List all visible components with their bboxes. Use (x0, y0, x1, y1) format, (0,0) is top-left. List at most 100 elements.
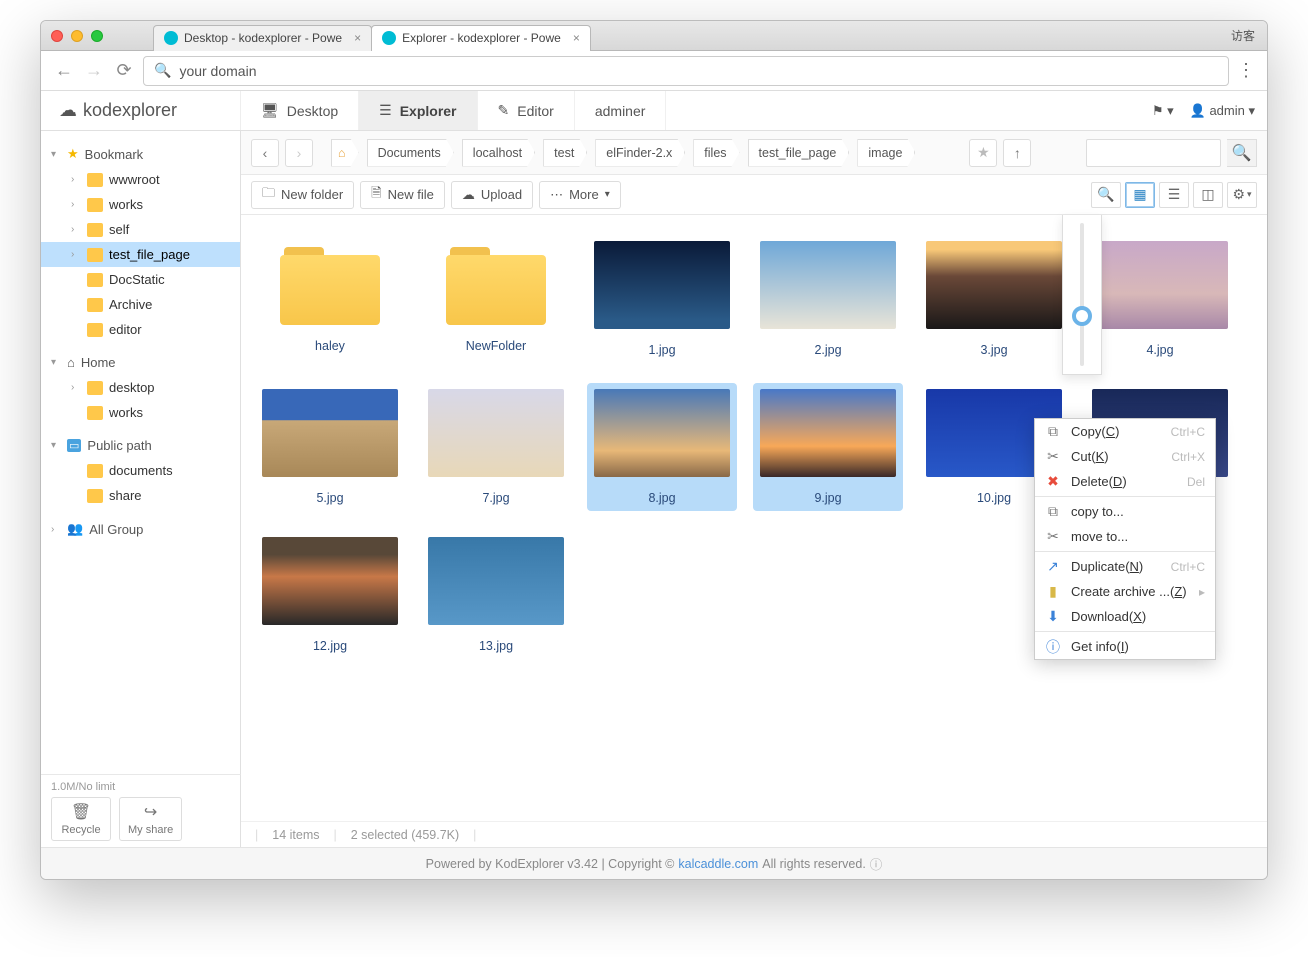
more-button[interactable]: ⋯More▾ (539, 181, 621, 209)
zoom-dot[interactable] (91, 30, 103, 42)
file-item[interactable]: 7.jpg (421, 383, 571, 511)
sidebar-label: works (109, 197, 143, 212)
sidebar-allgroup[interactable]: ›👥 All Group (41, 516, 240, 542)
slider-track[interactable] (1080, 223, 1084, 366)
file-item[interactable]: 1.jpg (587, 235, 737, 363)
nav-adminer[interactable]: adminer (575, 91, 667, 130)
cloud-icon: ▭ (67, 439, 81, 452)
sidebar-item-works[interactable]: ›works (41, 192, 240, 217)
ctx-duplicate[interactable]: ↗Duplicate(N)Ctrl+C (1035, 554, 1215, 579)
app-logo[interactable]: ☁ kodexplorer (41, 91, 241, 130)
menu-icon[interactable]: ⋮ (1237, 60, 1255, 81)
crumb[interactable]: test_file_page (748, 139, 850, 167)
ctx-cut[interactable]: ✂Cut(K)Ctrl+X (1035, 444, 1215, 469)
nav-back-button[interactable]: ‹ (251, 139, 279, 167)
back-icon[interactable]: ← (53, 60, 75, 81)
nav-desktop[interactable]: 🖥 Desktop (241, 91, 359, 130)
file-item-folder[interactable]: NewFolder (421, 235, 571, 363)
upload-button[interactable]: ☁Upload (451, 181, 533, 209)
zoom-button[interactable]: 🔍 (1091, 182, 1121, 208)
reload-icon[interactable]: ⟳ (113, 60, 135, 81)
settings-button[interactable]: ⚙▾ (1227, 182, 1257, 208)
flag-icon[interactable]: ⚑ ▾ (1152, 103, 1174, 119)
ctx-delete[interactable]: ✖Delete(D)Del (1035, 469, 1215, 494)
file-item-selected[interactable]: 9.jpg (753, 383, 903, 511)
crumb-label: elFinder-2.x (606, 146, 672, 160)
recycle-button[interactable]: 🗑Recycle (51, 797, 111, 841)
view-list-button[interactable]: ☰ (1159, 182, 1189, 208)
ctx-archive[interactable]: ▮Create archive ...(Z)▸ (1035, 579, 1215, 604)
sidebar-label: Bookmark (85, 147, 144, 162)
new-file-button[interactable]: 🗎New file (360, 181, 445, 209)
sidebar-label: Archive (109, 297, 152, 312)
sidebar-bookmark[interactable]: ▾★ Bookmark (41, 141, 240, 167)
thumbnail (262, 537, 398, 625)
close-icon[interactable]: × (573, 31, 580, 45)
ctx-moveto[interactable]: ✂move to... (1035, 524, 1215, 549)
close-icon[interactable]: × (354, 31, 361, 45)
user-menu[interactable]: 👤 admin ▾ (1190, 103, 1255, 119)
file-item-folder[interactable]: haley (255, 235, 405, 363)
sidebar-item-testfilepage[interactable]: ›test_file_page (41, 242, 240, 267)
sidebar-item-works2[interactable]: works (41, 400, 240, 425)
upload-button[interactable]: ↑ (1003, 139, 1031, 167)
sidebar-item-editor[interactable]: editor (41, 317, 240, 342)
ctx-getinfo[interactable]: ⓘGet info(I) (1035, 634, 1215, 659)
file-item[interactable]: 2.jpg (753, 235, 903, 363)
search-input[interactable] (1086, 139, 1221, 167)
forward-icon[interactable]: → (83, 60, 105, 81)
file-item[interactable]: 4.jpg (1085, 235, 1235, 363)
nav-fwd-button[interactable]: › (285, 139, 313, 167)
folder-icon (87, 489, 103, 503)
crumb[interactable]: elFinder-2.x (595, 139, 685, 167)
view-columns-button[interactable]: ◫ (1193, 182, 1223, 208)
crumb[interactable]: test (543, 139, 587, 167)
file-item[interactable]: 5.jpg (255, 383, 405, 511)
close-dot[interactable] (51, 30, 63, 42)
nav-explorer[interactable]: ☰ Explorer (359, 91, 477, 130)
guest-label: 访客 (1231, 27, 1255, 44)
nav-editor[interactable]: ✎ Editor (478, 91, 575, 130)
sidebar-item-documents[interactable]: documents (41, 458, 240, 483)
minimize-dot[interactable] (71, 30, 83, 42)
gear-icon: ⚙ (1232, 186, 1245, 203)
sidebar-item-self[interactable]: ›self (41, 217, 240, 242)
crumb[interactable]: localhost (462, 139, 535, 167)
status-bar: | 14 items | 2 selected (459.7K) | (241, 821, 1267, 847)
footer-link[interactable]: kalcaddle.com (678, 857, 758, 871)
myshare-button[interactable]: ↪My share (119, 797, 182, 841)
view-switch: 🔍 ▦ ☰ ◫ ⚙▾ (1091, 182, 1257, 208)
tab-desktop[interactable]: Desktop - kodexplorer - Powe × (153, 25, 372, 51)
x-icon: ✖ (1045, 473, 1061, 490)
view-grid-button[interactable]: ▦ (1125, 182, 1155, 208)
sidebar-item-archive[interactable]: Archive (41, 292, 240, 317)
new-folder-button[interactable]: 🗀New folder (251, 181, 354, 209)
scissors-icon: ✂ (1045, 448, 1061, 465)
file-item[interactable]: 12.jpg (255, 531, 405, 659)
crumb[interactable]: Documents (367, 139, 454, 167)
file-label: 10.jpg (977, 491, 1011, 505)
sidebar-item-wwwroot[interactable]: ›wwwroot (41, 167, 240, 192)
sidebar-item-desktop[interactable]: ›desktop (41, 375, 240, 400)
ctx-download[interactable]: ⬇Download(X) (1035, 604, 1215, 629)
tab-explorer[interactable]: Explorer - kodexplorer - Powe × (371, 25, 591, 51)
file-item[interactable]: 13.jpg (421, 531, 571, 659)
crumb-home[interactable]: ⌂ (331, 139, 359, 167)
star-button[interactable]: ★ (969, 139, 997, 167)
url-input[interactable]: 🔍 your domain (143, 56, 1229, 86)
slider-handle[interactable] (1072, 306, 1092, 326)
file-item[interactable]: 3.jpg (919, 235, 1069, 363)
crumb[interactable]: image (857, 139, 915, 167)
crumb[interactable]: files (693, 139, 739, 167)
zoom-slider[interactable] (1062, 215, 1102, 375)
ctx-copy[interactable]: ⧉Copy(C)Ctrl+C (1035, 419, 1215, 444)
ctx-copyto[interactable]: ⧉copy to... (1035, 499, 1215, 524)
search-button[interactable]: 🔍 (1227, 139, 1257, 167)
sidebar-public[interactable]: ▾▭ Public path (41, 433, 240, 458)
info-icon[interactable]: ⓘ (870, 854, 883, 873)
sidebar-item-docstatic[interactable]: DocStatic (41, 267, 240, 292)
file-item-selected[interactable]: 8.jpg (587, 383, 737, 511)
sidebar-home[interactable]: ▾⌂ Home (41, 350, 240, 375)
folder-icon (87, 198, 103, 212)
sidebar-item-share[interactable]: share (41, 483, 240, 508)
